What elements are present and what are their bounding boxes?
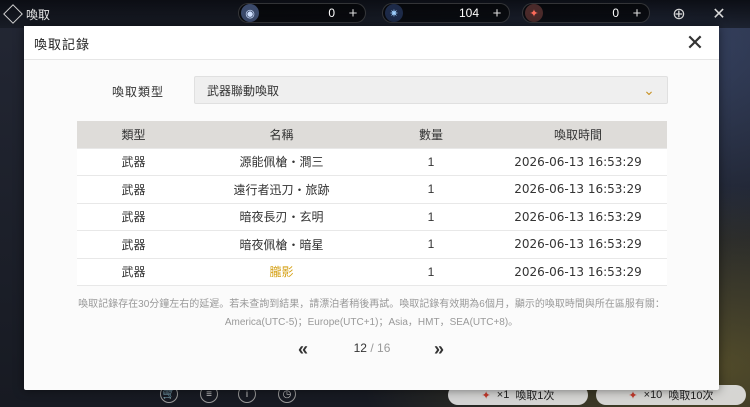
history-note: 喚取記錄存在30分鐘左右的延遲。若未查詢到結果，請漂泊者稍後再試。喚取記錄有效期… — [54, 296, 689, 332]
cell-time: 2026-06-13 16:53:29 — [514, 154, 642, 169]
cell-type: 武器 — [121, 210, 146, 225]
currency-star-crystal: ✷ 104 + — [382, 3, 510, 23]
cell-name: 暗夜長刃・玄明 — [239, 210, 324, 225]
page-separator: / — [370, 341, 374, 355]
modal-title: 喚取記錄 — [34, 37, 91, 52]
note-line-1: 喚取記錄存在30分鐘左右的延遲。若未查詢到結果，請漂泊者稍後再試。喚取記錄有效期… — [78, 299, 665, 310]
target-icon[interactable]: ⊕ — [668, 3, 690, 25]
close-game-icon[interactable]: ✕ — [708, 3, 730, 25]
cell-name: 暗夜佩槍・暗星 — [239, 237, 324, 252]
back-diamond-icon — [3, 4, 23, 24]
cell-qty: 1 — [427, 182, 435, 197]
next-page-button[interactable]: » — [428, 339, 450, 359]
total-pages: 16 — [377, 341, 391, 355]
cell-name: 源能佩槍・澗三 — [239, 155, 324, 170]
cell-type: 武器 — [121, 265, 146, 280]
history-table: 類型 名稱 數量 喚取時間 武器 源能佩槍・澗三 1 2026-06-13 16… — [77, 121, 667, 286]
close-button[interactable]: ✕ — [682, 30, 708, 56]
cell-name: 朧影 — [269, 265, 294, 280]
cell-time: 2026-06-13 16:53:29 — [514, 237, 642, 252]
page-indicator: 12 / 16 — [342, 341, 402, 355]
cell-time: 2026-06-13 16:53:29 — [514, 182, 642, 197]
add-icon[interactable]: + — [489, 5, 505, 22]
table-row: 武器 暗夜長刃・玄明 1 2026-06-13 16:53:29 — [77, 203, 667, 231]
pull-history-modal: 喚取記錄 ✕ 喚取類型 武器聯動喚取 ⌄ 類型 名稱 數量 喚取時間 武器 源能… — [24, 26, 719, 390]
add-icon[interactable]: + — [345, 5, 361, 22]
cell-qty: 1 — [427, 264, 435, 279]
coin-icon: ◉ — [241, 4, 259, 22]
pull-1-count: ×1 — [496, 389, 510, 401]
table-header: 類型 名稱 數量 喚取時間 — [77, 121, 667, 149]
cell-time: 2026-06-13 16:53:29 — [514, 209, 642, 224]
cell-time: 2026-06-13 16:53:29 — [514, 264, 642, 279]
note-line-2: America(UTC-5)；Europe(UTC+1)；Asia，HMT，SE… — [224, 317, 519, 328]
prev-page-button[interactable]: « — [292, 339, 314, 359]
star-crystal-icon: ✷ — [385, 4, 403, 22]
table-row: 武器 源能佩槍・澗三 1 2026-06-13 16:53:29 — [77, 148, 667, 176]
double-chevron-left-icon: « — [297, 338, 308, 359]
table-row: 武器 朧影 1 2026-06-13 16:53:29 — [77, 258, 667, 286]
back-label: 喚取 — [26, 7, 51, 22]
currency-value: 104 — [458, 6, 479, 20]
pull-type-value: 武器聯動喚取 — [207, 83, 280, 98]
filter-label: 喚取類型 — [112, 85, 165, 99]
cell-type: 武器 — [121, 237, 146, 252]
pull-10-count: ×10 — [643, 389, 663, 401]
ticket-icon: ✦ — [628, 389, 638, 402]
column-header-type: 類型 — [121, 127, 146, 142]
currency-coin: ◉ 0 + — [238, 3, 366, 23]
back-button[interactable]: 喚取 — [3, 4, 51, 24]
table-row: 武器 暗夜佩槍・暗星 1 2026-06-13 16:53:29 — [77, 231, 667, 259]
close-icon: ✕ — [685, 30, 705, 55]
pull-type-select[interactable]: 武器聯動喚取 ⌄ — [194, 76, 668, 104]
cell-qty: 1 — [427, 237, 435, 252]
cell-name: 遠行者迅刀・旅跡 — [233, 182, 330, 197]
pagination: « 12 / 16 » — [24, 339, 719, 359]
column-header-time: 喚取時間 — [553, 127, 602, 142]
chevron-down-icon: ⌄ — [643, 81, 655, 98]
column-header-name: 名稱 — [269, 127, 294, 142]
add-icon[interactable]: + — [629, 5, 645, 22]
cell-qty: 1 — [427, 209, 435, 224]
cell-type: 武器 — [121, 155, 146, 170]
double-chevron-right-icon: » — [433, 338, 444, 359]
cell-type: 武器 — [121, 182, 146, 197]
top-bar: 喚取 ◉ 0 + ✷ 104 + ✦ 0 + ⊕ ✕ — [0, 0, 750, 28]
table-row: 武器 遠行者迅刀・旅跡 1 2026-06-13 16:53:29 — [77, 176, 667, 204]
currency-value: 0 — [328, 6, 335, 20]
current-page: 12 — [353, 341, 367, 355]
cell-qty: 1 — [427, 154, 435, 169]
ticket-icon: ✦ — [481, 389, 491, 402]
currency-ticket: ✦ 0 + — [522, 3, 650, 23]
ticket-icon: ✦ — [525, 4, 543, 22]
modal-header: 喚取記錄 ✕ — [24, 26, 719, 60]
currency-value: 0 — [612, 6, 619, 20]
column-header-qty: 數量 — [418, 127, 443, 142]
